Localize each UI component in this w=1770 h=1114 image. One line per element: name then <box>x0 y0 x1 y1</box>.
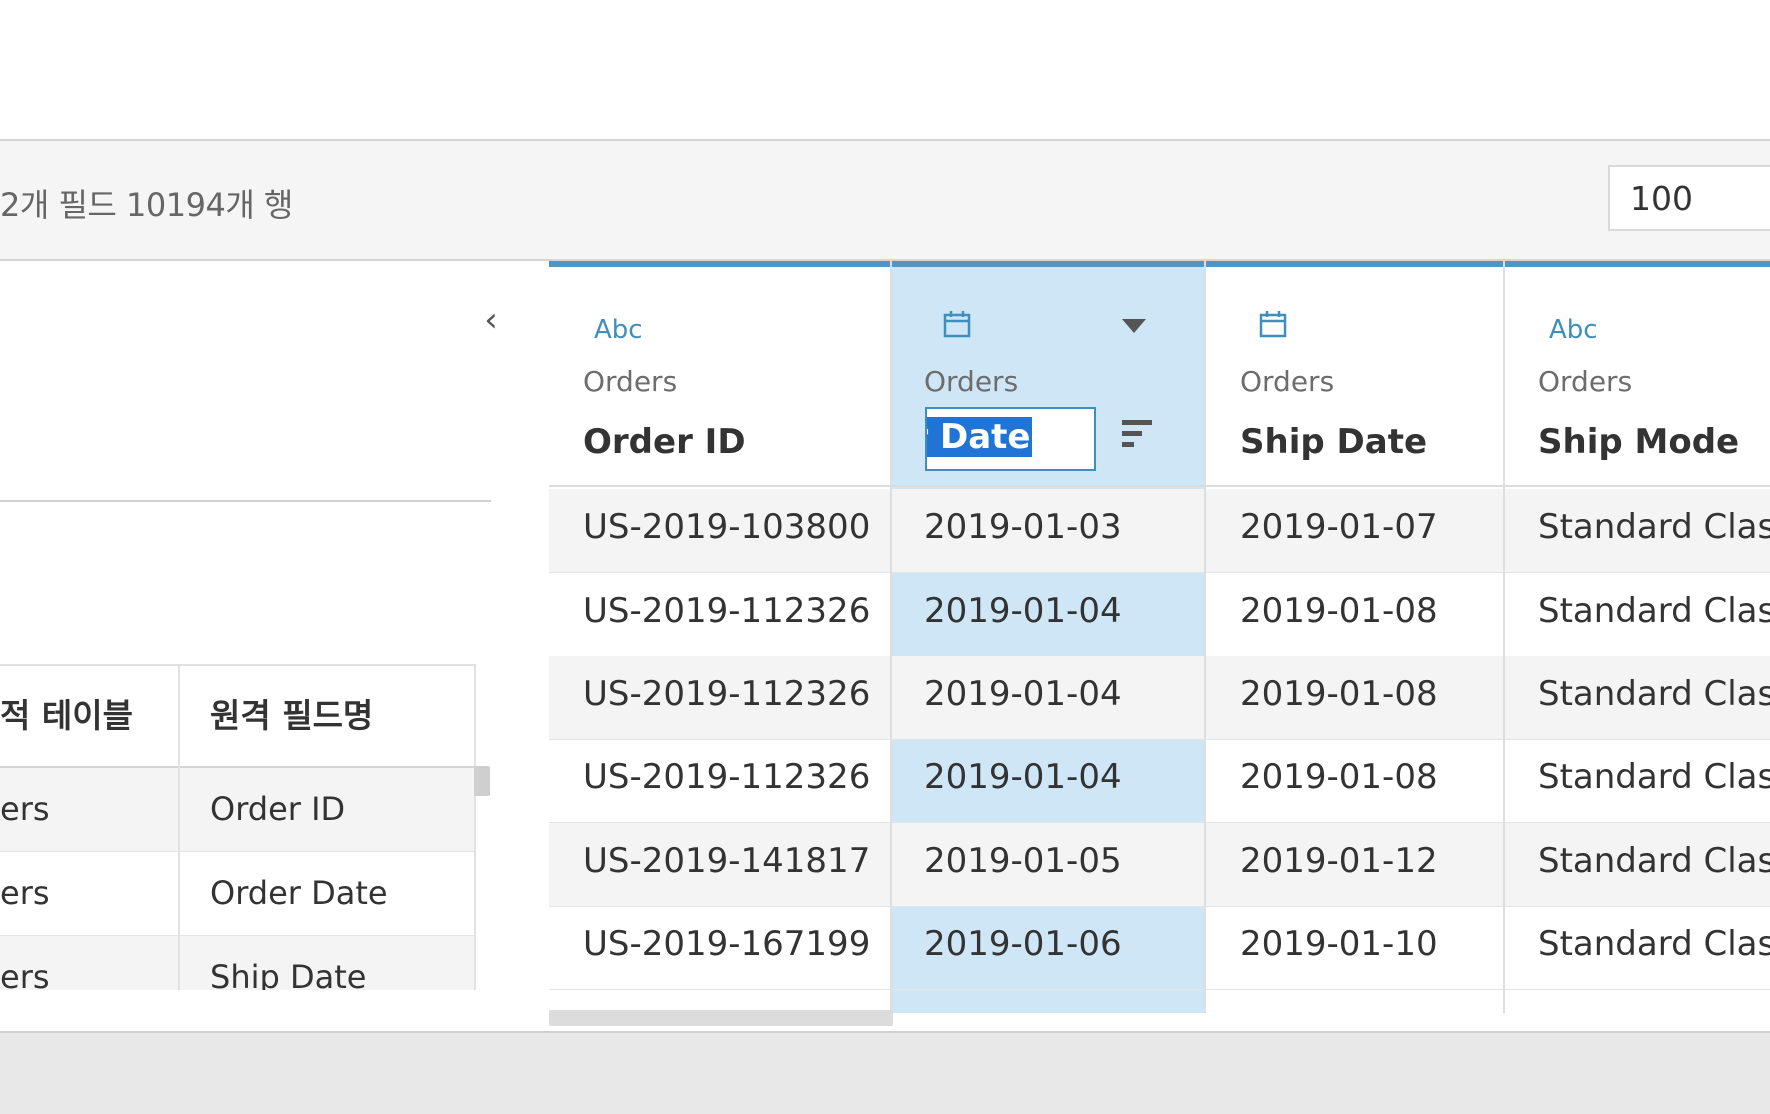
metadata-table-header: 적 테이블 원격 필드명 <box>0 666 474 768</box>
metadata-table-cell: ers <box>0 874 50 912</box>
metadata-table: 적 테이블 원격 필드명 ers Order ID ers Order Date… <box>0 664 476 994</box>
table-cell: 2019-01-07 <box>1240 507 1438 547</box>
row-limit-input[interactable]: 100 <box>1608 165 1770 231</box>
table-cell: 2019-01-04 <box>924 674 1122 714</box>
table-cell: 2019-01-10 <box>1240 924 1438 964</box>
metadata-table-cell: ers <box>0 958 50 994</box>
column-field-name[interactable]: Ship Mode <box>1538 422 1739 462</box>
string-type-icon[interactable]: Abc <box>594 315 643 345</box>
sort-icon[interactable] <box>1122 416 1156 452</box>
string-type-icon[interactable]: Abc <box>1549 315 1598 345</box>
table-row: US-2019-167199 2019-01-06 2019-01-10 Sta… <box>549 906 1770 990</box>
table-cell: US-2019-112326 <box>583 757 871 797</box>
column-separator <box>890 261 892 1013</box>
column-menu-dropdown-icon[interactable] <box>1122 319 1146 333</box>
table-cell: Standard Class <box>1538 507 1770 547</box>
table-cell: Standard Class <box>1538 841 1770 881</box>
selected-field-name-text[interactable]: der Date <box>927 417 1033 457</box>
metadata-field-cell: Order ID <box>210 790 346 828</box>
column-separator <box>1503 261 1505 1013</box>
table-cell: 2019-01-08 <box>1240 757 1438 797</box>
table-row: US-2019-112326 2019-01-04 2019-01-08 Sta… <box>549 739 1770 823</box>
top-area <box>0 0 1770 141</box>
table-cell: 2019-01-05 <box>924 841 1122 881</box>
chevron-left-icon[interactable]: ‹ <box>474 300 508 340</box>
table-cell: Standard Class <box>1538 591 1770 631</box>
table-cell: US-2019-103800 <box>583 507 871 547</box>
metadata-table-cell: ers <box>0 790 50 828</box>
table-cell: 2019-01-06 <box>924 924 1122 964</box>
table-cell: 2019-01-03 <box>924 507 1122 547</box>
column-header-ship-mode[interactable]: Abc Orders Ship Mode <box>1503 261 1770 487</box>
panel-bottom <box>0 990 491 1030</box>
metadata-row[interactable]: ers Order Date <box>0 852 474 936</box>
metadata-row[interactable]: ers Order ID <box>0 768 474 852</box>
table-cell: US-2019-167199 <box>583 924 871 964</box>
metadata-scrollbar[interactable] <box>474 766 490 796</box>
calendar-icon[interactable] <box>1258 309 1288 346</box>
metadata-field-cell: Order Date <box>210 874 388 912</box>
panel-divider <box>0 500 491 502</box>
table-cell: 2019-01-04 <box>924 591 1122 631</box>
table-row: US-2019-112326 2019-01-04 2019-01-08 Sta… <box>549 656 1770 740</box>
calendar-icon[interactable] <box>942 309 972 346</box>
metadata-column-separator <box>178 666 180 992</box>
field-rename-input[interactable]: der Date <box>925 407 1096 471</box>
table-cell: Standard Class <box>1538 674 1770 714</box>
column-header-ship-date[interactable]: Orders Ship Date <box>1206 261 1503 487</box>
table-row: US-2019-141817 2019-01-05 2019-01-12 Sta… <box>549 823 1770 907</box>
field-row-summary: 2개 필드 10194개 행 <box>0 186 293 224</box>
table-cell: 2019-01-08 <box>1240 674 1438 714</box>
footer-bar <box>0 1031 1770 1114</box>
column-source-table: Orders <box>924 365 1019 398</box>
table-cell: 2019-01-04 <box>924 757 1122 797</box>
column-source-table: Orders <box>1538 365 1633 398</box>
column-field-name[interactable]: Order ID <box>583 422 746 462</box>
column-field-name[interactable]: Ship Date <box>1240 422 1427 462</box>
column-source-table: Orders <box>1240 365 1335 398</box>
column-separator <box>1204 261 1206 1013</box>
horizontal-scrollbar[interactable] <box>549 1010 893 1026</box>
table-cell: US-2019-112326 <box>583 591 871 631</box>
metadata-row[interactable]: ers Ship Date <box>0 936 474 994</box>
table-cell: US-2019-112326 <box>583 674 871 714</box>
table-cell: 2019-01-08 <box>1240 591 1438 631</box>
table-row: US-2019-112326 2019-01-04 2019-01-08 Sta… <box>549 573 1770 657</box>
remote-field-header[interactable]: 원격 필드명 <box>210 666 373 766</box>
column-source-table: Orders <box>583 365 678 398</box>
table-row: US-2019-103800 2019-01-03 2019-01-07 Sta… <box>549 489 1770 573</box>
metadata-field-cell: Ship Date <box>210 958 367 994</box>
table-cell: Standard Class <box>1538 924 1770 964</box>
table-cell: US-2019-141817 <box>583 841 871 881</box>
data-grid: Abc Orders Order ID Orders Orders Ship D… <box>549 261 1770 1033</box>
column-header-order-id[interactable]: Abc Orders Order ID <box>549 261 890 487</box>
remote-table-header[interactable]: 적 테이블 <box>0 666 133 766</box>
table-cell: Standard Class <box>1538 757 1770 797</box>
table-cell: 2019-01-12 <box>1240 841 1438 881</box>
